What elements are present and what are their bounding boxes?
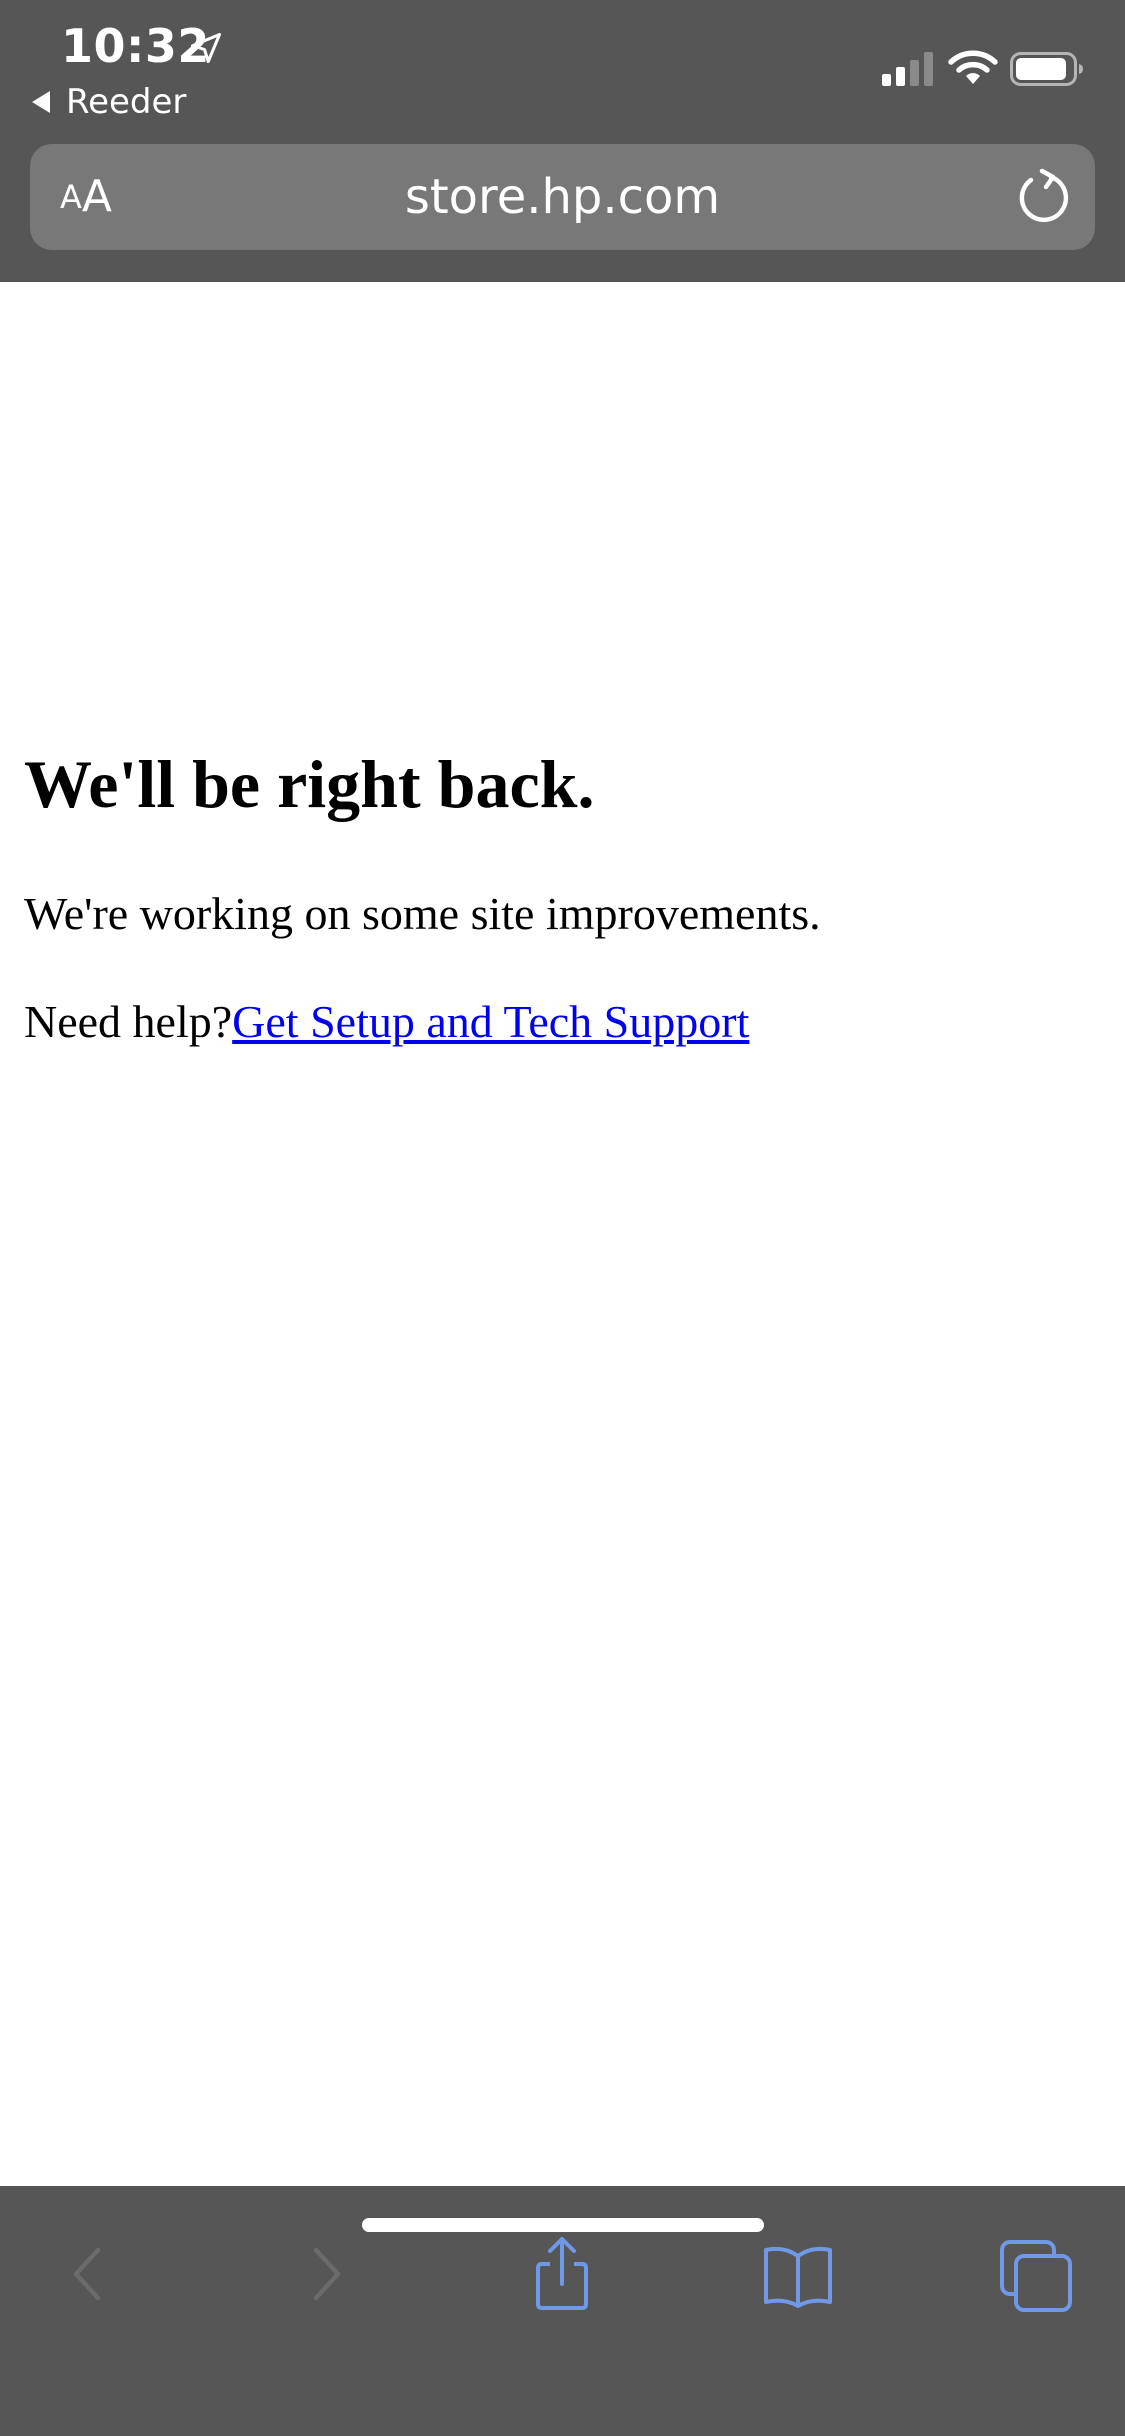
wifi-icon xyxy=(948,50,998,84)
forward-chevron-icon[interactable] xyxy=(284,2234,364,2314)
browser-top-bar: 10:32 Reeder A A store.hp.com xyxy=(0,0,1125,282)
tech-support-link[interactable]: Get Setup and Tech Support xyxy=(232,996,749,1047)
reload-icon[interactable] xyxy=(1015,168,1073,226)
battery-icon xyxy=(1010,52,1083,86)
back-triangle-icon xyxy=(32,91,50,113)
maintenance-message: We're working on some site improvements. xyxy=(24,888,821,939)
location-arrow-icon xyxy=(191,33,221,63)
help-prefix: Need help? xyxy=(24,996,233,1047)
cellular-signal-icon xyxy=(882,52,933,86)
tabs-icon[interactable] xyxy=(996,2234,1076,2314)
help-line: Need help?Get Setup and Tech Support xyxy=(24,994,749,1050)
back-chevron-icon[interactable] xyxy=(50,2234,130,2314)
back-to-app-button[interactable]: Reeder xyxy=(30,80,186,124)
back-app-label: Reeder xyxy=(66,82,187,122)
url-text[interactable]: store.hp.com xyxy=(30,144,1095,250)
home-indicator[interactable] xyxy=(362,2218,764,2232)
page-heading: We'll be right back. xyxy=(24,746,595,822)
share-icon[interactable] xyxy=(522,2234,602,2314)
bookmarks-book-icon[interactable] xyxy=(758,2234,838,2314)
address-bar[interactable]: A A store.hp.com xyxy=(30,144,1095,250)
